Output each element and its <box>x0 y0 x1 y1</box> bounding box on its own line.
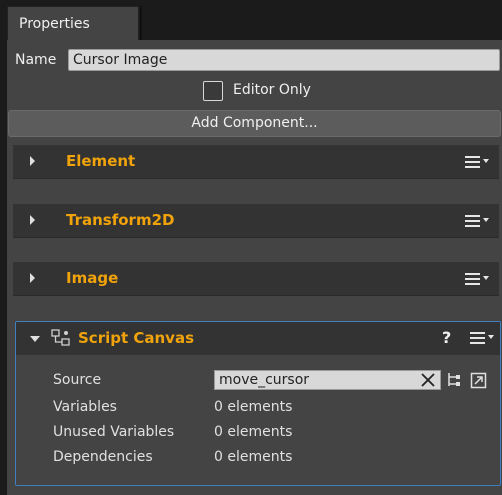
dependencies-value: 0 elements <box>214 449 293 465</box>
add-component-button[interactable]: Add Component... <box>8 110 501 137</box>
component-title: Image <box>66 269 119 287</box>
component-title: Transform2D <box>66 211 175 229</box>
collapse-arrow-icon[interactable] <box>30 336 40 342</box>
open-in-editor-icon[interactable] <box>470 372 487 389</box>
tab-properties[interactable]: Properties <box>7 6 139 40</box>
source-field[interactable]: move_cursor <box>214 370 441 390</box>
pick-asset-icon[interactable] <box>447 372 461 388</box>
unused-variables-value: 0 elements <box>214 424 293 440</box>
unused-variables-label: Unused Variables <box>53 424 175 440</box>
variables-label: Variables <box>53 399 117 415</box>
tab-bar: Properties <box>0 0 502 40</box>
script-canvas-icon <box>51 329 70 346</box>
dependencies-label: Dependencies <box>53 449 153 465</box>
properties-panel: Name Editor Only Add Component... Elemen… <box>7 40 502 495</box>
expand-arrow-icon[interactable] <box>30 273 35 283</box>
expand-arrow-icon[interactable] <box>30 156 35 166</box>
clear-icon[interactable] <box>421 373 435 387</box>
editor-only-checkbox[interactable] <box>203 81 223 101</box>
script-canvas-header[interactable]: Script Canvas ? <box>16 322 500 355</box>
name-label: Name <box>15 52 57 68</box>
component-script-canvas: Script Canvas ? Source move_cursor Varia… <box>15 321 501 486</box>
component-title: Element <box>66 152 136 170</box>
variables-value: 0 elements <box>214 399 293 415</box>
help-icon[interactable]: ? <box>442 328 451 347</box>
component-menu-icon[interactable] <box>465 271 489 287</box>
editor-only-label: Editor Only <box>233 82 311 98</box>
tab-separator <box>140 6 142 40</box>
expand-arrow-icon[interactable] <box>30 215 35 225</box>
name-field[interactable] <box>68 49 500 71</box>
source-label: Source <box>53 372 102 388</box>
component-image[interactable]: Image <box>13 262 499 296</box>
component-transform2d[interactable]: Transform2D <box>13 204 499 238</box>
component-title: Script Canvas <box>78 329 195 347</box>
component-element[interactable]: Element <box>13 145 499 179</box>
component-menu-icon[interactable] <box>470 330 494 346</box>
component-menu-icon[interactable] <box>465 154 489 170</box>
component-menu-icon[interactable] <box>465 213 489 229</box>
tab-properties-label: Properties <box>19 16 90 32</box>
